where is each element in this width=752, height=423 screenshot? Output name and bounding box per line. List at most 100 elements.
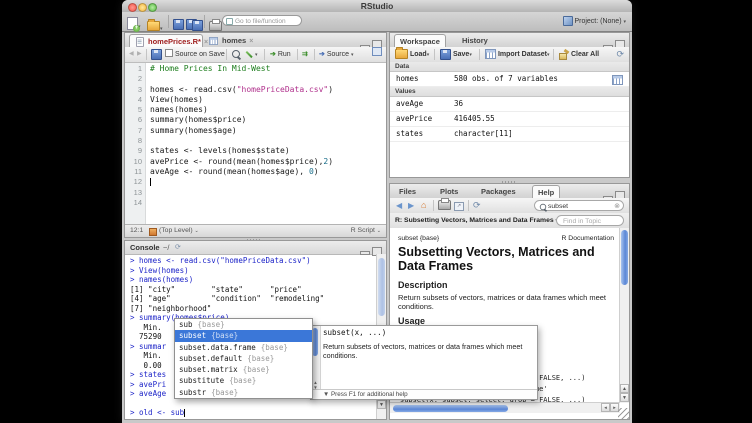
clear-search-icon[interactable]: ⊗ [614,201,620,212]
scroll-down-button[interactable]: ▼ [377,400,386,409]
editor-code-area[interactable]: # Home Prices In Mid-Westhomes <- read.c… [146,63,386,225]
line-number: 10 [125,157,145,167]
load-workspace-button[interactable]: Load▾ [395,47,429,62]
file-type-selector[interactable]: R Script ⌄ [351,225,381,237]
run-button[interactable]: ➔ Run [270,47,291,62]
source-on-save-checkbox[interactable]: Source on Save [165,47,225,62]
line-number: 6 [125,115,145,125]
completion-package: {base} [211,331,238,340]
save-workspace-button[interactable]: Save▾ [440,47,472,62]
minimize-pane-icon[interactable] [360,251,370,255]
code-tools-button[interactable]: ▾ [246,47,258,62]
window-resize-grip[interactable] [618,408,629,419]
autocomplete-item[interactable]: substr{base} [175,387,312,398]
close-tab-icon[interactable]: × [249,38,253,45]
new-file-button[interactable]: ▾ [127,15,141,33]
autocomplete-item[interactable]: substitute{base} [175,375,312,386]
line-number: 5 [125,105,145,115]
object-value: 36 [454,97,463,111]
scope-selector[interactable]: (Top Level) ⌄ [159,225,199,237]
scroll-up-button[interactable]: ▲ [620,384,629,393]
chevron-down-icon: ▾ [623,19,626,25]
find-replace-button[interactable] [232,47,240,62]
goto-directory-icon[interactable]: ⟳ [175,241,181,254]
chevron-down-icon: ▾ [427,52,430,58]
doc-header-right: R Documentation [561,235,614,242]
help-forward-button[interactable]: ▶ [408,198,414,213]
refresh-icon: ⟳ [473,201,481,210]
autocomplete-item[interactable]: subset{base} [175,330,312,341]
pane-tab-help[interactable]: Help [532,185,560,198]
code-segment: summary(homes$price) [150,115,246,124]
help-refresh-button[interactable]: ⟳ [473,198,481,213]
source-tab-homePricesR[interactable]: homePrices.R*× [129,34,203,47]
workspace-row[interactable]: aveAge36 [390,97,629,112]
refresh-workspace-button[interactable]: ⟳ [616,47,624,62]
workspace-tab-workspace[interactable]: Workspace [394,34,446,47]
autocomplete-item[interactable]: subset.matrix{base} [175,364,312,375]
help-vscrollbar[interactable]: ▲ ▼ [619,228,629,403]
source-label: Source [327,51,349,58]
nav-back-button[interactable]: ◀ [129,47,134,62]
source-arrow-icon: ➔ [319,51,325,58]
help-hscroll-thumb[interactable] [393,405,508,412]
pane-tab-packages[interactable]: Packages [476,185,521,198]
tooltip-signature: subset(x, ...) [323,328,533,337]
open-folder-icon [395,49,408,59]
chevron-down-icon: ▾ [351,52,354,58]
pane-tab-plots[interactable]: Plots [435,185,463,198]
help-back-button[interactable]: ◀ [396,198,402,213]
help-home-button[interactable]: ⌂ [421,198,426,213]
code-line [146,198,386,208]
scope-label: (Top Level) [159,227,193,234]
save-icon [173,19,184,30]
project-menu[interactable]: Project: (None) ▾ [563,16,627,26]
line-number: 4 [125,95,145,105]
code-line: summary(homes$age) [146,126,386,136]
search-icon [232,50,240,58]
autocomplete-item[interactable]: sub{base} [175,319,312,330]
import-dataset-button[interactable]: Import Dataset▾ [485,47,549,62]
file-type-label: R Script [351,227,375,234]
titlebar[interactable]: RStudio [122,0,632,12]
pane-tab-files[interactable]: Files [394,185,421,198]
open-in-new-window-button[interactable]: ↗ [454,198,464,213]
autocomplete-item[interactable]: subset.data.frame{base} [175,342,312,353]
scroll-left-button[interactable]: ◂ [601,403,610,412]
help-vscroll-thumb[interactable] [621,230,628,285]
source-toolbar: ◀ ▶ Source on Save ▾ ➔ Run ⇉ ➔ Source ▾ [125,47,386,63]
clear-all-button[interactable]: Clear All [559,47,599,62]
help-print-button[interactable] [438,198,451,213]
view-data-icon[interactable] [612,75,623,85]
console-scroll-thumb[interactable] [378,258,385,316]
console-prompt-line[interactable]: > old <- sub [130,408,376,417]
workspace-toolbar: Load▾ Save▾ Import Dataset▾ Clear All ⟳ [390,47,629,63]
workspace-tab-history[interactable]: History [457,34,493,47]
code-segment: homes <- read.csv( [150,85,237,94]
save-source-button[interactable] [151,47,162,62]
workspace-row[interactable]: avePrice416405.55 [390,112,629,127]
goto-file-function-input[interactable]: Go to file/function [222,15,302,26]
scroll-down-button[interactable]: ▼ [620,393,629,402]
source-tab-homes[interactable]: homes× [203,34,251,47]
editor[interactable]: 1234567891011121314 # Home Prices In Mid… [125,63,386,225]
find-in-topic-input[interactable]: Find in Topic [556,215,624,226]
help-topic-selector[interactable]: R: Subsetting Vectors, Matrices and Data… [395,213,558,229]
workspace-row[interactable]: statescharacter[11] [390,127,629,142]
workspace-row[interactable]: homes580 obs. of 7 variables [390,72,629,87]
rerun-button[interactable]: ⇉ [302,47,308,62]
autocomplete-item[interactable]: subset.default{base} [175,353,312,364]
show-in-new-window-button[interactable] [372,47,382,62]
nav-forward-button[interactable]: ▶ [137,47,142,62]
object-value: 416405.55 [454,112,495,126]
code-segment: states <- levels(homes$state) [150,146,290,155]
help-hscrollbar[interactable]: ◂ ▸ [390,402,620,413]
source-button[interactable]: ➔ Source ▾ [319,47,353,62]
code-line [146,136,386,146]
doc-header-left: subset {base} [398,235,439,242]
import-dataset-label: Import Dataset [498,51,547,58]
f1-arrow-icon: ▼ [323,391,329,398]
help-search-input[interactable]: subset ⊗ [534,200,624,211]
checkbox-icon [165,49,173,57]
console-line: [7] "neighborhood" [130,304,376,314]
